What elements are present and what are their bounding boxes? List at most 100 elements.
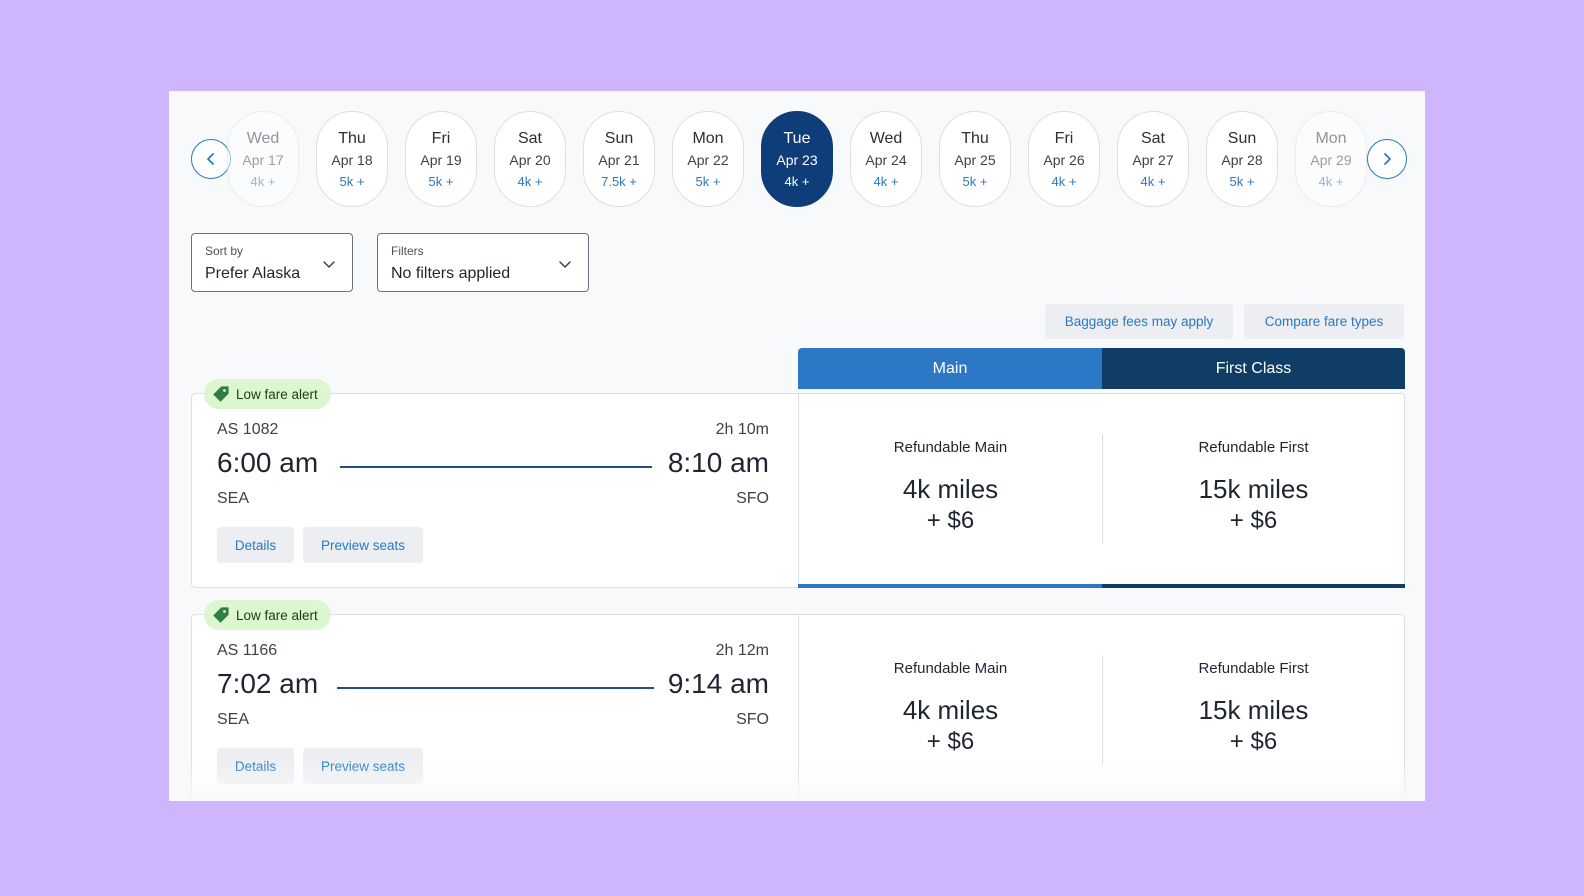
- flight-duration: 2h 10m: [715, 421, 769, 438]
- fare-name: Refundable First: [1198, 439, 1309, 456]
- flight-number: AS 1166: [217, 642, 278, 659]
- departure-time: 6:00 am: [217, 447, 319, 478]
- origin-airport: SEA: [217, 711, 250, 728]
- date-option-selected[interactable]: Tue Apr 23 4k +: [761, 111, 833, 207]
- day-date: Apr 17: [242, 152, 284, 168]
- fare-miles: 15k miles: [1198, 474, 1309, 504]
- day-price: 4k +: [784, 174, 810, 189]
- day-date: Apr 25: [954, 152, 996, 168]
- day-price: 4k +: [1051, 174, 1077, 189]
- low-fare-alert-badge: Low fare alert: [204, 379, 331, 409]
- route-line: [337, 687, 654, 689]
- flight-number: AS 1082: [217, 421, 279, 438]
- day-of-week: Sat: [517, 130, 542, 147]
- compare-fare-types-button[interactable]: Compare fare types: [1244, 304, 1404, 339]
- fare-header-main: Main: [798, 348, 1102, 389]
- fare-tax: + $6: [926, 728, 975, 755]
- day-price: 5k +: [339, 174, 365, 189]
- date-option[interactable]: Sat Apr 20 4k +: [494, 111, 566, 207]
- day-price: 4k +: [250, 174, 276, 189]
- main-fare-bar: [798, 584, 1102, 588]
- flight-card: Low fare alert AS 1082 2h 10m 6:00 am 8:…: [191, 379, 1405, 588]
- sort-by-value: Prefer Alaska: [205, 265, 301, 282]
- baggage-fees-button[interactable]: Baggage fees may apply: [1045, 304, 1233, 339]
- date-option[interactable]: Fri Apr 26 4k +: [1028, 111, 1100, 207]
- badge-label: Low fare alert: [236, 607, 318, 623]
- preview-seats-button[interactable]: Preview seats: [303, 748, 423, 784]
- destination-airport: SFO: [736, 711, 769, 728]
- price-tag-icon: [213, 607, 229, 623]
- day-of-week: Mon: [1315, 130, 1347, 147]
- fare-name: Refundable Main: [893, 660, 1008, 677]
- next-dates-button[interactable]: [1367, 139, 1407, 179]
- fare-header-first-class: First Class: [1102, 348, 1405, 389]
- day-date: Apr 28: [1221, 152, 1263, 168]
- fare-name: Refundable First: [1198, 660, 1309, 677]
- destination-airport: SFO: [736, 490, 769, 507]
- chevron-right-icon: [1384, 153, 1391, 165]
- preview-seats-button[interactable]: Preview seats: [303, 527, 423, 563]
- route-line: [340, 466, 652, 468]
- day-of-week: Sun: [1227, 130, 1257, 147]
- day-date: Apr 29: [1310, 152, 1352, 168]
- filters-value: No filters applied: [391, 265, 511, 282]
- day-price: 4k +: [1140, 174, 1166, 189]
- filters-select[interactable]: Filters No filters applied: [377, 233, 589, 292]
- date-option[interactable]: Sun Apr 21 7.5k +: [583, 111, 655, 207]
- arrival-time: 9:14 am: [667, 668, 769, 699]
- day-date: Apr 21: [598, 152, 640, 168]
- date-option[interactable]: Mon Apr 22 5k +: [672, 111, 744, 207]
- fare-tax: + $6: [926, 507, 975, 534]
- filters-label: Filters: [391, 244, 424, 258]
- day-date: Apr 18: [331, 152, 373, 168]
- date-option[interactable]: Sun Apr 28 5k +: [1206, 111, 1278, 207]
- main-fare-option[interactable]: Refundable Main 4k miles + $6: [799, 615, 1102, 801]
- day-price: 4k +: [1318, 174, 1344, 189]
- day-date: Apr 24: [865, 152, 907, 168]
- fare-miles: 4k miles: [902, 474, 999, 504]
- day-price: 7.5k +: [601, 174, 637, 189]
- date-option[interactable]: Wed Apr 17 4k +: [227, 111, 299, 207]
- fare-tax: + $6: [1229, 507, 1278, 534]
- flight-card: Low fare alert AS 1166 2h 12m 7:02 am 9:…: [191, 600, 1405, 801]
- day-price: 5k +: [1229, 174, 1255, 189]
- first-fare-option[interactable]: Refundable First 15k miles + $6: [1102, 615, 1405, 801]
- date-option[interactable]: Sat Apr 27 4k +: [1117, 111, 1189, 207]
- day-of-week: Fri: [1054, 130, 1074, 147]
- day-of-week: Sun: [604, 130, 634, 147]
- departure-time: 7:02 am: [217, 668, 319, 699]
- fare-miles: 15k miles: [1198, 695, 1309, 725]
- date-option[interactable]: Thu Apr 18 5k +: [316, 111, 388, 207]
- date-option[interactable]: Fri Apr 19 5k +: [405, 111, 477, 207]
- chevron-down-icon: [323, 261, 335, 268]
- first-fare-option[interactable]: Refundable First 15k miles + $6: [1102, 394, 1405, 587]
- day-of-week: Tue: [783, 130, 811, 147]
- day-price: 5k +: [428, 174, 454, 189]
- day-of-week: Mon: [692, 130, 724, 147]
- date-option[interactable]: Thu Apr 25 5k +: [939, 111, 1011, 207]
- day-date: Apr 20: [509, 152, 551, 168]
- chevron-left-icon: [207, 153, 214, 165]
- previous-dates-button[interactable]: [191, 139, 231, 179]
- day-of-week: Fri: [431, 130, 451, 147]
- fare-tax: + $6: [1229, 728, 1278, 755]
- date-option[interactable]: Wed Apr 24 4k +: [850, 111, 922, 207]
- day-date: Apr 26: [1043, 152, 1085, 168]
- details-button[interactable]: Details: [217, 527, 294, 563]
- sort-by-label: Sort by: [205, 244, 244, 258]
- day-date: Apr 27: [1132, 152, 1174, 168]
- day-of-week: Wed: [246, 130, 280, 147]
- main-fare-option[interactable]: Refundable Main 4k miles + $6: [799, 394, 1102, 587]
- date-option[interactable]: Mon Apr 29 4k +: [1295, 111, 1367, 207]
- day-price: 4k +: [873, 174, 899, 189]
- day-of-week: Sat: [1140, 130, 1165, 147]
- fare-miles: 4k miles: [902, 695, 999, 725]
- day-date: Apr 19: [420, 152, 462, 168]
- details-button[interactable]: Details: [217, 748, 294, 784]
- day-date: Apr 22: [687, 152, 729, 168]
- day-price: 5k +: [695, 174, 721, 189]
- fare-name: Refundable Main: [893, 439, 1008, 456]
- origin-airport: SEA: [217, 490, 250, 507]
- sort-by-select[interactable]: Sort by Prefer Alaska: [191, 233, 353, 292]
- first-fare-bar: [1102, 584, 1405, 588]
